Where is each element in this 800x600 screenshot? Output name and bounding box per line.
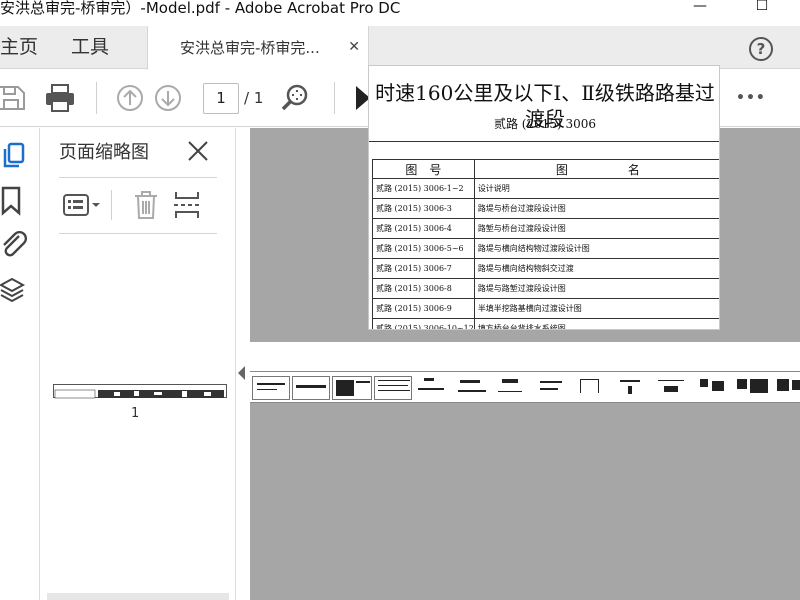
page-number-input[interactable]: 1 [203, 83, 239, 114]
table-row: 贰路 (2015) 3006-1~2 设计说明 [372, 178, 719, 199]
drawing-sheet [414, 376, 452, 400]
table-row: 贰路 (2015) 3006-7 路堤与横向结构物斜交过渡 [372, 258, 719, 279]
toolbar-separator [334, 82, 335, 114]
drawing-index-table: 图 号 图 名 贰路 (2015) 3006-1~2 设计说明 贰路 (2015)… [372, 159, 719, 329]
tab-home[interactable]: 主页 [0, 35, 38, 59]
drawing-sheet [734, 376, 772, 400]
layers-icon[interactable] [0, 276, 30, 306]
panel-toolbar-separator [111, 190, 112, 220]
drawing-sheet [374, 376, 412, 400]
drawing-sheet [332, 376, 372, 400]
attachments-icon[interactable] [0, 230, 30, 260]
page-preview-popup: 时速160公里及以下Ⅰ、Ⅱ级铁路路基过渡段 贰路 (2015) 3006 图 号… [368, 65, 720, 330]
document-page-drawing-strip [250, 371, 800, 403]
drawing-name: 设计说明 [473, 178, 719, 199]
drawing-sheet [534, 376, 572, 400]
drawing-sheet [654, 376, 692, 400]
drawing-name: 路堤与路堑过渡段设计图 [473, 278, 719, 299]
panel-divider [59, 233, 217, 234]
bookmarks-icon[interactable] [0, 186, 30, 216]
column-header-drawing-name: 图 名 [473, 159, 719, 179]
page-thumbnails-icon[interactable] [0, 140, 30, 170]
toolbar-separator [96, 82, 97, 114]
close-panel-icon[interactable] [187, 140, 209, 162]
print-icon[interactable] [44, 82, 76, 114]
table-row: 贰路 (2015) 3006-8 路堤与路堑过渡段设计图 [372, 278, 719, 299]
drawing-number: 贰路 (2015) 3006-8 [372, 278, 475, 299]
page-thumbnail[interactable] [53, 384, 227, 399]
panel-title: 页面缩略图 [59, 142, 149, 163]
drawing-name: 半填半挖路基横向过渡设计图 [473, 298, 719, 319]
window-title: 安洪总审完-桥审完）-Model.pdf - Adobe Acrobat Pro… [0, 0, 401, 17]
maximize-button[interactable]: ☐ [742, 0, 782, 16]
more-tools-icon[interactable]: ••• [736, 82, 768, 114]
window-title-bar: 安洪总审完-桥审完）-Model.pdf - Adobe Acrobat Pro… [0, 0, 800, 26]
preview-subtitle: 贰路 (2015) 3006 [493, 117, 597, 131]
panel-divider [59, 177, 217, 178]
drawing-sheet [494, 376, 532, 400]
drawing-number: 贰路 (2015) 3006-10~12 [372, 318, 475, 329]
drawing-name: 填方桥台台背排水系统图 [473, 318, 719, 329]
table-row: 贰路 (2015) 3006-9 半填半挖路基横向过渡设计图 [372, 298, 719, 319]
page-thumbnail-content [54, 389, 224, 399]
column-header-drawing-no: 图 号 [372, 159, 475, 179]
tab-document[interactable]: 安洪总审完-桥审完... ✕ [147, 26, 369, 70]
left-navigation-rail [0, 128, 40, 600]
table-row: 贰路 (2015) 3006-5~6 路堤与横向结构物过渡段设计图 [372, 238, 719, 259]
drawing-number: 贰路 (2015) 3006-1~2 [372, 178, 475, 199]
thumbnail-options-icon[interactable] [63, 192, 101, 218]
close-tab-icon[interactable]: ✕ [348, 37, 360, 57]
page-thumbnails-panel: 页面缩略图 1 [41, 128, 235, 600]
minimize-button[interactable]: — [680, 0, 720, 16]
drawing-number: 贰路 (2015) 3006-4 [372, 218, 475, 239]
drawing-name: 路堤与横向结构物斜交过渡 [473, 258, 719, 279]
next-page-icon[interactable] [152, 82, 184, 114]
drawing-number: 贰路 (2015) 3006-7 [372, 258, 475, 279]
help-icon[interactable]: ? [749, 37, 773, 61]
document-tab-label: 安洪总审完-桥审完... [180, 39, 320, 57]
table-row: 贰路 (2015) 3006-3 路堤与桥台过渡段设计图 [372, 198, 719, 219]
panel-horizontal-scrollbar[interactable] [47, 593, 229, 600]
drawing-sheet [454, 376, 492, 400]
drawing-name: 路堤与横向结构物过渡段设计图 [473, 238, 719, 259]
drawing-sheet [574, 376, 612, 400]
save-icon[interactable] [0, 82, 28, 114]
page-top-margin [250, 342, 800, 371]
drawing-name: 路堑与桥台过渡段设计图 [473, 218, 719, 239]
drawing-name: 路堤与桥台过渡段设计图 [473, 198, 719, 219]
extract-page-icon[interactable] [173, 190, 203, 220]
table-row: 贰路 (2015) 3006-10~12 填方桥台台背排水系统图 [372, 318, 719, 329]
drawing-number: 贰路 (2015) 3006-5~6 [372, 238, 475, 259]
tab-bar: 主页 工具 安洪总审完-桥审完... ✕ ? [0, 26, 800, 70]
drawing-sheet [292, 376, 330, 400]
drawing-sheet [694, 376, 732, 400]
preview-rule [369, 141, 719, 142]
table-row: 贰路 (2015) 3006-4 路堑与桥台过渡段设计图 [372, 218, 719, 239]
drawing-number: 贰路 (2015) 3006-3 [372, 198, 475, 219]
tab-tools[interactable]: 工具 [71, 35, 109, 59]
drawing-sheet [774, 376, 800, 400]
delete-page-icon[interactable] [133, 190, 159, 220]
collapse-panel-arrow-icon[interactable] [238, 366, 245, 380]
drawing-sheet [614, 376, 652, 400]
drawing-number: 贰路 (2015) 3006-9 [372, 298, 475, 319]
thumbnail-page-number: 1 [131, 406, 140, 421]
panel-toolbar [59, 188, 229, 222]
panel-splitter[interactable] [235, 128, 250, 600]
page-total: / 1 [244, 89, 264, 107]
zoom-icon[interactable] [280, 82, 312, 114]
drawing-sheet [252, 376, 290, 400]
previous-page-icon[interactable] [114, 82, 146, 114]
